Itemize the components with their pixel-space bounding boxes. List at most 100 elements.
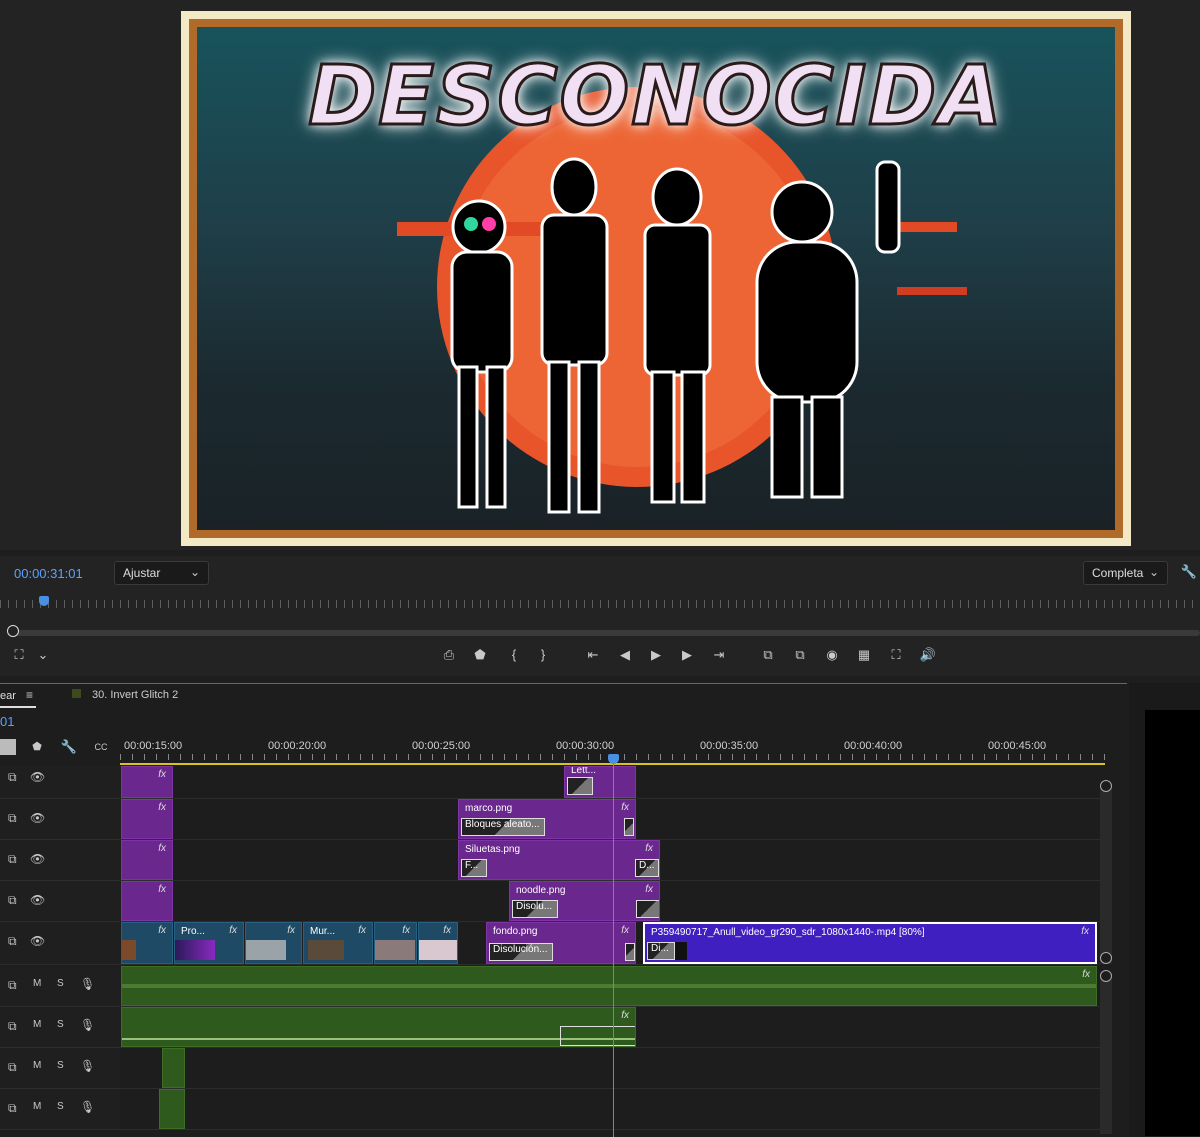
transition[interactable]: Disolu... bbox=[512, 900, 558, 918]
audio-clip[interactable]: fx bbox=[121, 966, 1097, 1006]
transition[interactable]: D... bbox=[635, 859, 659, 877]
track-output-icon[interactable]: ⧉ bbox=[8, 852, 17, 867]
microphone-icon[interactable]: 🎙 bbox=[80, 1018, 95, 1032]
audio-clip[interactable]: fx bbox=[121, 1007, 636, 1047]
clip[interactable]: fx bbox=[121, 881, 173, 921]
playhead-timecode[interactable]: 00:00:31:01 bbox=[14, 566, 83, 581]
clip-mur[interactable]: Mur... fx bbox=[303, 922, 373, 964]
track-output-icon[interactable]: ⧉ bbox=[8, 1019, 17, 1034]
audio-scrollbar[interactable] bbox=[1100, 974, 1112, 1134]
track-output-icon[interactable]: ⧉ bbox=[8, 1101, 17, 1116]
scroll-handle[interactable] bbox=[1100, 952, 1112, 964]
extract-icon[interactable]: ⧉ bbox=[789, 644, 811, 666]
transition[interactable]: Di... bbox=[647, 942, 675, 960]
scroll-handle[interactable] bbox=[1100, 780, 1112, 792]
safe-margins-icon[interactable]: ⛶ bbox=[8, 644, 30, 666]
clip[interactable]: fx bbox=[121, 922, 173, 964]
go-to-in-icon[interactable]: ⇤ bbox=[582, 644, 604, 666]
monitor-playhead[interactable] bbox=[39, 596, 49, 606]
transition[interactable] bbox=[560, 1026, 635, 1046]
timeline-timecode[interactable]: 01 bbox=[0, 714, 14, 729]
mute-button[interactable]: M bbox=[33, 1060, 41, 1071]
eye-icon[interactable]: 👁 bbox=[30, 852, 45, 866]
clip[interactable]: fx bbox=[121, 766, 173, 798]
clip-noodle[interactable]: noodle.png fx Disolu... bbox=[509, 881, 660, 921]
track-output-icon[interactable]: ⧉ bbox=[8, 978, 17, 993]
wrench-icon[interactable]: 🔧 bbox=[1178, 561, 1200, 583]
track-output-icon[interactable]: ⧉ bbox=[8, 893, 17, 908]
lift-icon[interactable]: ⧉ bbox=[757, 644, 779, 666]
chevron-down-icon[interactable]: ⌄ bbox=[32, 644, 54, 666]
scroll-handle[interactable] bbox=[7, 625, 19, 637]
mark-out-icon[interactable]: } bbox=[532, 644, 554, 666]
mark-in-icon[interactable]: { bbox=[503, 644, 525, 666]
transition[interactable]: Bloques aleato... bbox=[461, 818, 545, 836]
audio-clip[interactable] bbox=[159, 1089, 185, 1129]
microphone-icon[interactable]: 🎙 bbox=[80, 1100, 95, 1114]
volume-line[interactable] bbox=[122, 1038, 635, 1040]
clip[interactable]: fx bbox=[121, 840, 173, 880]
step-back-icon[interactable]: ◀ bbox=[614, 644, 636, 666]
fx-badge: fx bbox=[645, 843, 653, 854]
export-frame-icon[interactable]: ⎙ bbox=[438, 644, 460, 666]
clip-marco[interactable]: marco.png fx Bloques aleato... bbox=[458, 799, 636, 839]
captions-icon[interactable]: CC bbox=[90, 736, 112, 758]
scroll-handle[interactable] bbox=[1100, 970, 1112, 982]
menu-icon[interactable]: ≡ bbox=[26, 688, 33, 702]
eye-icon[interactable]: 👁 bbox=[30, 893, 45, 907]
mute-button[interactable]: M bbox=[33, 1101, 41, 1112]
zoom-scrollbar[interactable] bbox=[8, 630, 1200, 636]
clip[interactable]: fx bbox=[374, 922, 417, 964]
transition[interactable] bbox=[624, 818, 634, 836]
clip[interactable]: fx bbox=[418, 922, 458, 964]
solo-button[interactable]: S bbox=[57, 1101, 64, 1112]
eye-icon[interactable]: 👁 bbox=[30, 934, 45, 948]
track-output-icon[interactable]: ⧉ bbox=[8, 1060, 17, 1075]
audio-clip[interactable] bbox=[162, 1048, 185, 1088]
track-output-icon[interactable]: ⧉ bbox=[8, 934, 17, 949]
video-scrollbar[interactable] bbox=[1100, 784, 1112, 964]
resolution-dropdown[interactable]: Completa ⌄ bbox=[1083, 561, 1168, 585]
track-output-icon[interactable]: ⧉ bbox=[8, 770, 17, 785]
vr-icon[interactable]: ⛶ bbox=[885, 644, 907, 666]
ruler-label: 00:00:40:00 bbox=[844, 740, 903, 752]
audio-icon[interactable]: 🔊 bbox=[917, 644, 939, 666]
clip[interactable]: fx bbox=[245, 922, 302, 964]
insert-overwrite-icon[interactable] bbox=[0, 739, 16, 755]
mute-button[interactable]: M bbox=[33, 978, 41, 989]
tab-sequence[interactable]: 30. Invert Glitch 2 bbox=[92, 689, 178, 701]
clip-pro[interactable]: Pro... fx bbox=[174, 922, 244, 964]
settings-wrench-icon[interactable]: 🔧 bbox=[58, 736, 80, 758]
clip-letters[interactable]: Lett... bbox=[564, 766, 636, 798]
transition[interactable] bbox=[567, 777, 593, 795]
mute-button[interactable]: M bbox=[33, 1019, 41, 1030]
track-output-icon[interactable]: ⧉ bbox=[8, 811, 17, 826]
solo-button[interactable]: S bbox=[57, 1060, 64, 1071]
zoom-dropdown[interactable]: Ajustar ⌄ bbox=[114, 561, 209, 585]
clip-siluetas[interactable]: Siluetas.png fx F... D... bbox=[458, 840, 660, 880]
transition[interactable]: Disolución... bbox=[489, 943, 553, 961]
tab-partial[interactable]: ear bbox=[0, 690, 16, 702]
go-to-out-icon[interactable]: ⇥ bbox=[708, 644, 730, 666]
solo-button[interactable]: S bbox=[57, 978, 64, 989]
eye-icon[interactable]: 👁 bbox=[30, 811, 45, 825]
eye-icon[interactable]: 👁 bbox=[30, 770, 45, 784]
add-marker-icon[interactable]: ⬟ bbox=[26, 736, 48, 758]
transition[interactable] bbox=[636, 900, 659, 918]
timeline-playhead[interactable] bbox=[613, 759, 614, 1137]
play-icon[interactable]: ▶ bbox=[645, 644, 667, 666]
fx-badge: fx bbox=[1082, 969, 1090, 980]
clip-main-video[interactable]: P359490717_Anull_video_gr290_sdr_1080x14… bbox=[643, 922, 1097, 964]
transition[interactable] bbox=[625, 943, 635, 961]
solo-button[interactable]: S bbox=[57, 1019, 64, 1030]
camera-icon[interactable]: ◉ bbox=[821, 644, 843, 666]
step-forward-icon[interactable]: ▶ bbox=[676, 644, 698, 666]
clip[interactable]: fx bbox=[121, 799, 173, 839]
frame-border: DESCONOCIDA bbox=[189, 19, 1123, 538]
transition[interactable]: F... bbox=[461, 859, 487, 877]
monitor-ruler[interactable] bbox=[0, 600, 1200, 608]
microphone-icon[interactable]: 🎙 bbox=[80, 977, 95, 991]
microphone-icon[interactable]: 🎙 bbox=[80, 1059, 95, 1073]
comparison-view-icon[interactable]: ▦ bbox=[853, 644, 875, 666]
marker-icon[interactable]: ⬟ bbox=[469, 644, 491, 666]
